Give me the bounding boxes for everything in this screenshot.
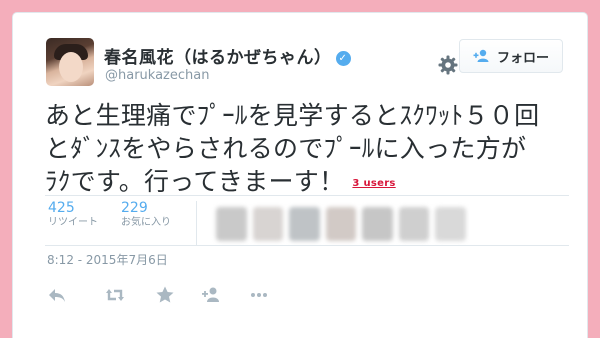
hatena-users-badge[interactable]: 3 users bbox=[352, 178, 395, 189]
blurred-avatars bbox=[216, 207, 467, 245]
blurred-avatar bbox=[216, 207, 247, 241]
add-user-icon[interactable] bbox=[201, 285, 221, 305]
retweet-stat[interactable]: 425 リツイート bbox=[48, 200, 98, 230]
tweet-text-line-content: ﾗｸです。行ってきまーす！ bbox=[45, 167, 345, 196]
retweet-icon[interactable] bbox=[105, 285, 125, 305]
tweet-text: あと生理痛でﾌﾟｰﾙを見学するとｽｸﾜｯﾄ５０回 とﾀﾞﾝｽをやらされるのでﾌﾟ… bbox=[45, 99, 575, 200]
avatar[interactable] bbox=[46, 38, 94, 86]
divider bbox=[45, 195, 569, 196]
author-name-row[interactable]: 春名風花（はるかぜちゃん） ✓ bbox=[104, 43, 351, 68]
add-user-icon bbox=[473, 49, 489, 62]
like-stat[interactable]: 229 お気に入り bbox=[121, 200, 171, 230]
stat-separator bbox=[196, 201, 197, 245]
gear-icon[interactable] bbox=[436, 53, 460, 77]
blurred-avatar bbox=[435, 207, 467, 241]
like-label: お気に入り bbox=[121, 217, 171, 228]
reply-icon[interactable] bbox=[47, 285, 67, 305]
blurred-avatar bbox=[325, 207, 357, 241]
blurred-avatar bbox=[289, 207, 320, 241]
follow-button-label: フォロー bbox=[496, 50, 549, 66]
favorite-star-icon[interactable] bbox=[155, 285, 175, 305]
timestamp[interactable]: 8:12 - 2015年7月6日 bbox=[47, 251, 168, 268]
divider bbox=[45, 245, 569, 246]
author-handle[interactable]: @harukazechan bbox=[105, 68, 209, 83]
tweet-text-line: あと生理痛でﾌﾟｰﾙを見学するとｽｸﾜｯﾄ５０回 bbox=[45, 101, 540, 130]
follow-button[interactable]: フォロー bbox=[459, 39, 563, 73]
retweet-count: 425 bbox=[48, 200, 75, 216]
more-icon[interactable] bbox=[249, 285, 269, 305]
avatar-face bbox=[59, 52, 83, 82]
tweet-card: 春名風花（はるかぜちゃん） ✓ @harukazechan フォロー あと生理痛で… bbox=[12, 12, 588, 338]
author-name[interactable]: 春名風花（はるかぜちゃん） bbox=[104, 48, 332, 68]
like-count: 229 bbox=[121, 200, 148, 216]
blurred-avatar bbox=[252, 207, 284, 241]
retweet-label: リツイート bbox=[48, 217, 98, 228]
tweet-text-line: とﾀﾞﾝｽをやらされるのでﾌﾟｰﾙに入った方が bbox=[45, 134, 527, 163]
verified-badge-icon: ✓ bbox=[335, 51, 351, 66]
blurred-avatar bbox=[398, 207, 430, 241]
blurred-avatar bbox=[362, 207, 393, 241]
